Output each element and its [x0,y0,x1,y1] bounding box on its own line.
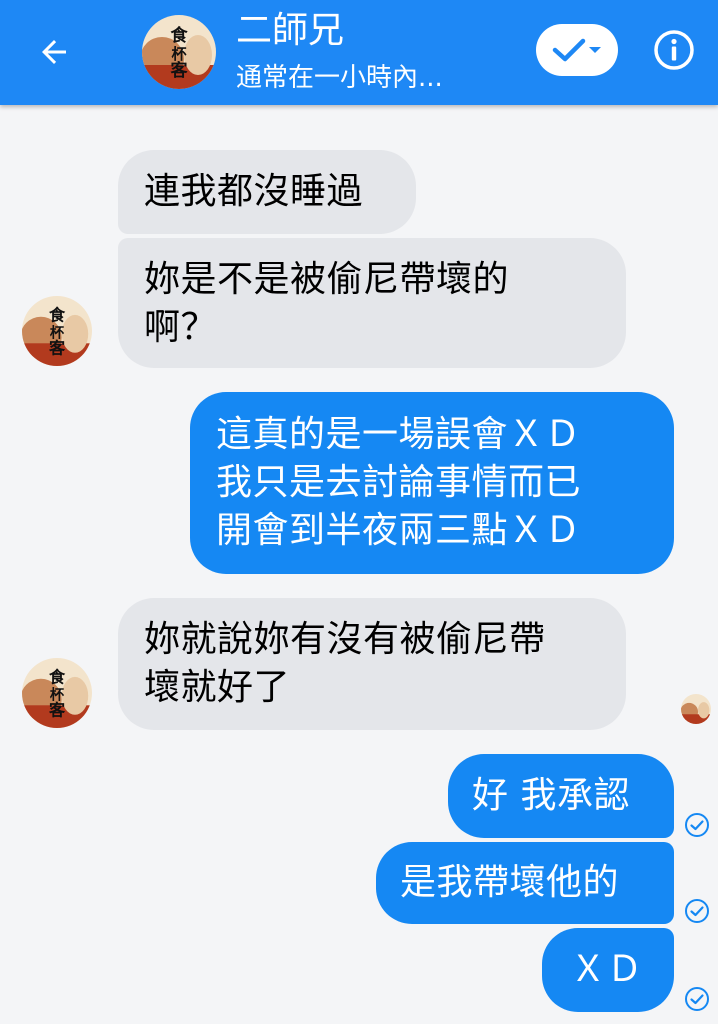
message-text: 好 我承認 [472,775,630,816]
avatar-image: 食 杯 客 [142,15,216,89]
contact-name[interactable]: 二師兄 [236,6,344,56]
contact-avatar-small[interactable]: 食 杯 客 [22,296,92,366]
read-receipt-avatar [681,694,711,724]
message-text: 我只是去討論事情而已 [216,462,582,503]
message-text: 妳是不是被偷尼帶壞的 [144,259,510,300]
info-icon [654,30,694,70]
message-text: 啊？ [144,307,218,348]
message-bubble-outgoing[interactable]: 好 我承認 [448,754,674,838]
message-text: 妳就說妳有沒有被偷尼帶 [144,619,546,660]
message-text: 壞就好了 [144,667,291,708]
svg-text:客: 客 [49,339,66,358]
check-dropdown-icon [552,38,601,62]
message-bubble-outgoing[interactable]: ＸＤ [542,928,674,1012]
message-bubble-outgoing[interactable]: 是我帶壞他的 [376,842,674,924]
message-text: ＸＤ [570,949,644,990]
message-text: 開會到半夜兩三點ＸＤ [216,510,582,551]
avatar-image: 食 杯 客 [22,296,92,366]
contact-avatar-small[interactable]: 食 杯 客 [22,658,92,728]
arrow-left-icon [42,40,66,64]
avatar-logo-1: 食 [171,25,189,46]
back-button[interactable] [30,28,78,76]
message-bubble-outgoing[interactable]: 這真的是一場誤會ＸＤ 我只是去討論事情而已 開會到半夜兩三點ＸＤ [190,392,674,574]
svg-text:食: 食 [48,668,66,687]
avatar-logo-3: 客 [170,60,189,81]
message-bubble-incoming[interactable]: 連我都沒睡過 [118,150,416,234]
delivered-check-icon [685,899,709,923]
contact-status: 通常在一小時內... [236,63,443,93]
svg-text:客: 客 [49,701,66,720]
delivered-check-icon [685,987,709,1011]
delivered-check-icon [685,813,709,837]
message-bubble-incoming[interactable]: 妳就說妳有沒有被偷尼帶 壞就好了 [118,598,626,730]
message-text: 連我都沒睡過 [144,171,364,212]
info-button[interactable] [650,26,698,74]
avatar-image: 食 杯 客 [22,658,92,728]
svg-text:食: 食 [48,306,66,325]
chat-header: 食 杯 客 二師兄 通常在一小時內... [0,0,718,105]
contact-avatar[interactable]: 食 杯 客 [142,15,216,89]
message-text: 這真的是一場誤會ＸＤ [216,414,582,455]
status-button[interactable] [536,24,618,76]
message-bubble-incoming[interactable]: 妳是不是被偷尼帶壞的 啊？ [118,238,626,368]
message-text: 是我帶壞他的 [400,862,620,903]
